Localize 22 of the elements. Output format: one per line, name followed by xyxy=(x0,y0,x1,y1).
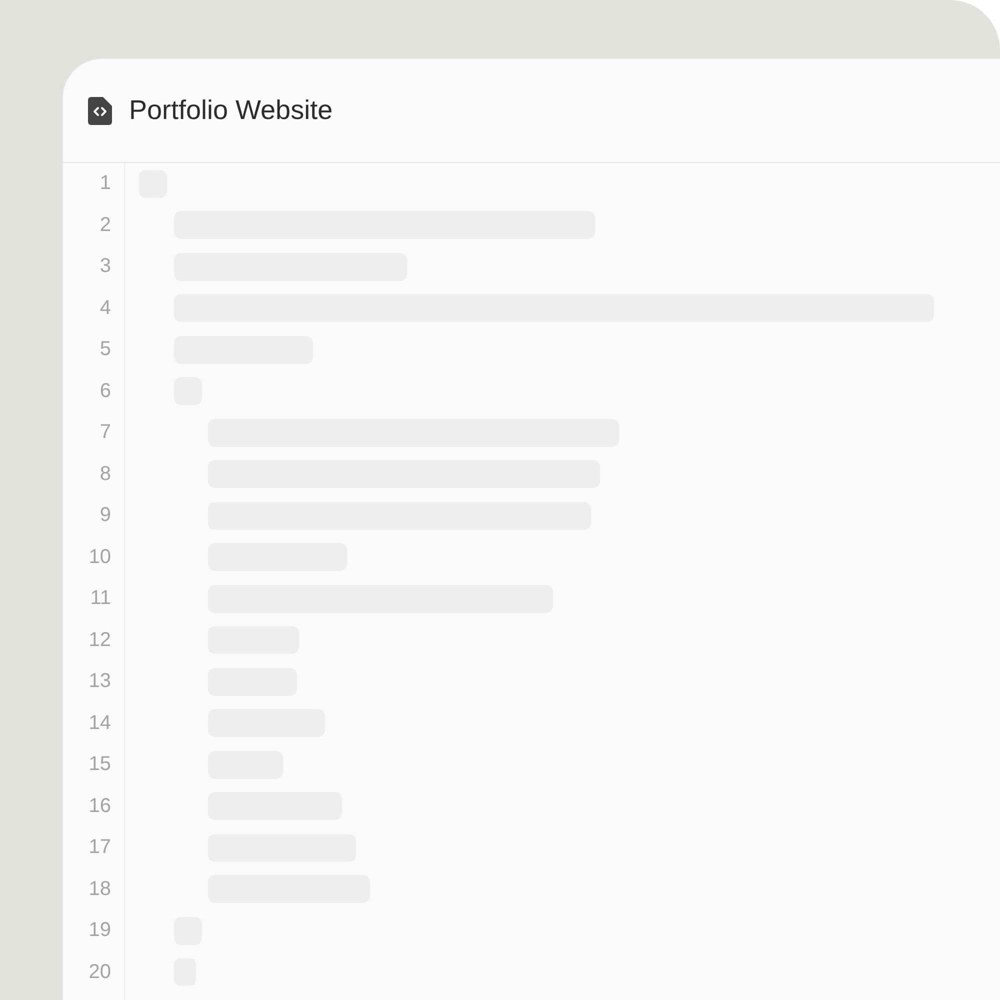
line-number: 3 xyxy=(98,254,112,280)
line-number: 18 xyxy=(88,876,112,902)
line-number: 9 xyxy=(98,503,112,528)
line-number: 13 xyxy=(88,669,112,694)
line-number: 2 xyxy=(98,212,112,238)
line-number: 19 xyxy=(88,918,112,944)
line-number: 1 xyxy=(98,171,112,196)
line-number: 10 xyxy=(88,544,112,570)
line-number: 17 xyxy=(88,835,112,860)
code-file-icon xyxy=(87,96,113,126)
line-number: 7 xyxy=(98,420,112,446)
line-number: 14 xyxy=(88,710,112,736)
line-number: 11 xyxy=(89,586,112,612)
line-number: 20 xyxy=(88,960,112,985)
line-number: 16 xyxy=(88,794,112,819)
line-number: 6 xyxy=(98,378,112,404)
line-number: 15 xyxy=(88,752,112,778)
line-number: 5 xyxy=(98,337,112,362)
line-number: 8 xyxy=(98,462,112,487)
line-number: 12 xyxy=(88,628,112,653)
window-title: Portfolio Website xyxy=(129,95,333,126)
line-number: 4 xyxy=(98,296,112,321)
